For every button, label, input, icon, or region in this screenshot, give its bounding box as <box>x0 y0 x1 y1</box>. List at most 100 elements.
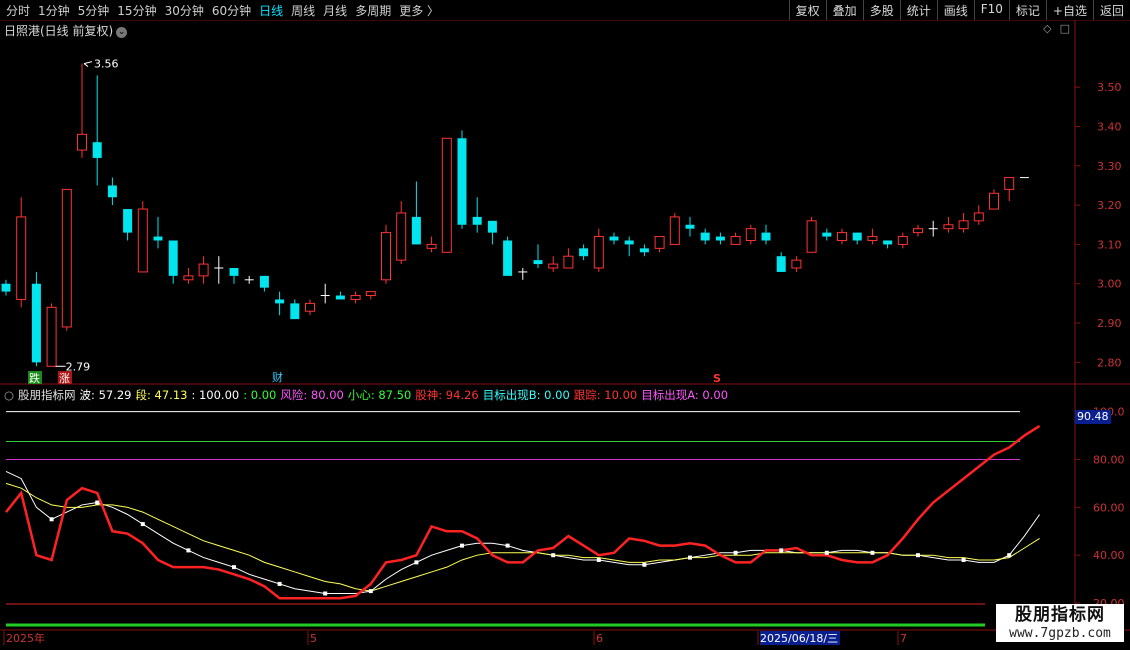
candle-body <box>16 216 27 300</box>
series-line-股神 <box>5 424 1041 600</box>
candle-body <box>609 236 619 241</box>
indicator-settings-icon[interactable]: ○ <box>4 388 14 402</box>
price-tick-label: 3.20 <box>1097 199 1122 212</box>
candle-body <box>137 208 148 273</box>
indicator-value-2: : 100.00 <box>191 388 240 402</box>
indicator-value-5: 小心: 87.50 <box>347 388 412 402</box>
candle-body <box>776 256 786 272</box>
candle-body <box>168 240 178 276</box>
candle-body <box>46 306 57 367</box>
time-axis-label: 5 <box>310 632 317 645</box>
watermark-title: 股朋指标网 <box>1015 605 1105 625</box>
candle-body <box>259 275 269 288</box>
indicator-current-value: 90.48 <box>1075 410 1111 424</box>
indicator-legend: ○ 股朋指标网 波: 57.29 段: 47.13: 100.00: 0.00 风险: … <box>4 387 732 403</box>
indicator-value-3: : 0.00 <box>243 388 277 402</box>
die-signal-label: 跌 <box>29 371 40 385</box>
candle-body <box>533 260 543 265</box>
watermark-url: www.7gpzb.com <box>1009 626 1111 641</box>
candle-body <box>503 240 513 276</box>
candle-body <box>593 236 604 269</box>
series-line-段 <box>5 482 1040 592</box>
candle-body <box>381 232 391 281</box>
wave-marker <box>460 543 464 548</box>
price-tick-label: 3.00 <box>1097 278 1122 291</box>
wave-marker <box>551 553 556 558</box>
wave-marker <box>779 548 784 553</box>
wave-marker <box>824 550 829 555</box>
indicator-value-0: 波: 57.29 <box>79 388 132 402</box>
candle-body <box>989 192 999 210</box>
indicator-value-4: 风险: 80.00 <box>280 388 344 402</box>
indicator-value-6: 股神: 94.26 <box>415 388 479 402</box>
chart-canvas[interactable]: 3.503.403.303.203.103.002.902.803.562.79… <box>0 0 1130 650</box>
price-tick-label: 2.80 <box>1097 356 1122 369</box>
price-tick-label: 2.90 <box>1097 317 1122 330</box>
candle-body <box>426 243 437 249</box>
wave-marker <box>140 522 145 527</box>
candle-body <box>822 232 832 237</box>
candle-body <box>669 216 680 245</box>
indicator-value-1: 段: 47.13 <box>135 388 188 402</box>
candle-body <box>685 224 695 229</box>
wave-marker <box>49 517 54 522</box>
time-axis-label: 2025/06/18/三 <box>760 632 838 645</box>
price-tick-label: 3.40 <box>1097 120 1122 133</box>
candle-body <box>700 232 710 241</box>
candle-body <box>852 232 862 241</box>
candle-body <box>77 133 87 151</box>
candle-body <box>335 295 345 300</box>
candle-body <box>579 248 589 257</box>
candle-body <box>958 220 969 230</box>
candle-body <box>867 236 878 241</box>
candle-body <box>791 259 802 269</box>
candle-body <box>973 212 984 222</box>
price-tick-label: 3.50 <box>1097 81 1122 94</box>
wave-marker <box>277 581 282 586</box>
candle-body <box>1 283 11 292</box>
indicator-tick-label: 40.00 <box>1093 549 1125 562</box>
candle-body <box>487 220 497 233</box>
indicator-value-8: 跟踪: 10.00 <box>573 388 638 402</box>
candle-body <box>441 137 452 253</box>
time-axis-label: 2025年 <box>6 631 45 645</box>
wave-marker <box>688 555 692 560</box>
candle-body <box>365 291 376 297</box>
candle-body <box>107 185 117 198</box>
price-tick-label: 3.10 <box>1097 238 1122 251</box>
candle-body <box>411 216 421 245</box>
candle-body <box>183 275 194 281</box>
candle-body <box>761 232 771 241</box>
candle-body <box>61 188 72 328</box>
candle-body <box>563 255 574 269</box>
zhang-signal-label: 涨 <box>59 372 70 385</box>
indicator-tick-label: 60.00 <box>1093 501 1125 514</box>
high-price-label: 3.56 <box>94 58 119 71</box>
candle-body <box>198 263 209 277</box>
wave-marker <box>368 589 373 594</box>
candle-body <box>730 236 741 245</box>
price-tick-label: 3.30 <box>1097 160 1122 173</box>
wave-marker <box>186 548 191 553</box>
wave-marker <box>414 560 419 565</box>
candle-body <box>806 220 817 253</box>
candle-body <box>639 248 649 253</box>
candle-body <box>624 240 634 245</box>
wave-marker <box>961 557 966 562</box>
candle-body <box>350 295 361 300</box>
wave-marker <box>232 565 236 570</box>
candle-body <box>290 303 300 320</box>
candle-body <box>31 283 41 363</box>
candle-body <box>943 224 954 230</box>
wave-marker <box>1007 553 1012 558</box>
indicator-tick-label: 80.00 <box>1093 453 1125 466</box>
candle-body <box>396 212 407 261</box>
wave-marker <box>596 557 601 562</box>
indicator-name: 股朋指标网 <box>18 388 76 402</box>
candle-body <box>897 236 908 245</box>
wave-marker <box>870 550 875 555</box>
high-arrow-icon <box>83 61 93 67</box>
candle-body <box>472 216 482 225</box>
candle-body <box>1004 177 1015 190</box>
indicator-value-7: 目标出现B: 0.00 <box>482 388 570 402</box>
